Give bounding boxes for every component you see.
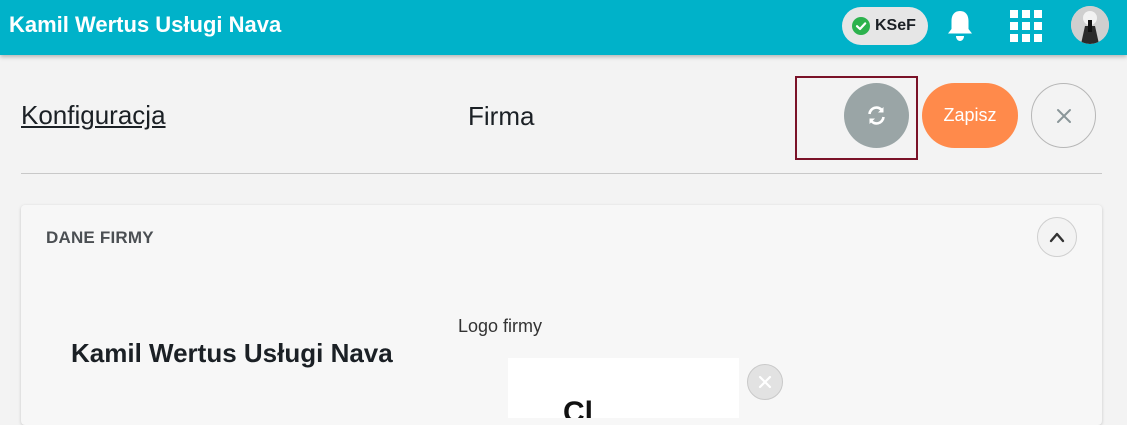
collapse-section-button[interactable] — [1037, 217, 1077, 257]
company-name: Kamil Wertus Usługi Nava — [71, 338, 393, 368]
ksef-label: KSeF — [875, 17, 916, 34]
bell-icon[interactable] — [945, 9, 975, 48]
close-button[interactable] — [1031, 83, 1096, 148]
refresh-icon — [868, 106, 885, 125]
save-button[interactable]: Zapisz — [922, 83, 1018, 148]
check-circle-icon — [852, 17, 870, 35]
app-title: Kamil Wertus Usługi Nava — [9, 12, 282, 37]
chevron-up-icon — [1049, 232, 1065, 243]
logo-partial-text: Cl — [563, 396, 593, 418]
remove-logo-button[interactable] — [747, 364, 783, 400]
apps-grid-icon[interactable] — [1010, 10, 1042, 47]
close-icon — [1057, 109, 1071, 123]
header-divider — [21, 173, 1102, 174]
logo-label: Logo firmy — [458, 316, 543, 336]
company-data-card: DANE FIRMY Kamil Wertus Usługi Nava Logo… — [21, 205, 1102, 425]
breadcrumb-konfiguracja-link[interactable]: Konfiguracja — [21, 100, 166, 131]
section-title: DANE FIRMY — [46, 228, 154, 247]
logo-preview-image: Cl — [508, 358, 739, 418]
refresh-button[interactable] — [844, 83, 909, 148]
top-bar: Kamil Wertus Usługi Nava KSeF — [0, 0, 1127, 55]
ksef-status-chip[interactable]: KSeF — [842, 7, 928, 45]
close-icon — [758, 375, 772, 389]
avatar[interactable] — [1071, 6, 1109, 44]
page-title: Firma — [468, 101, 535, 131]
